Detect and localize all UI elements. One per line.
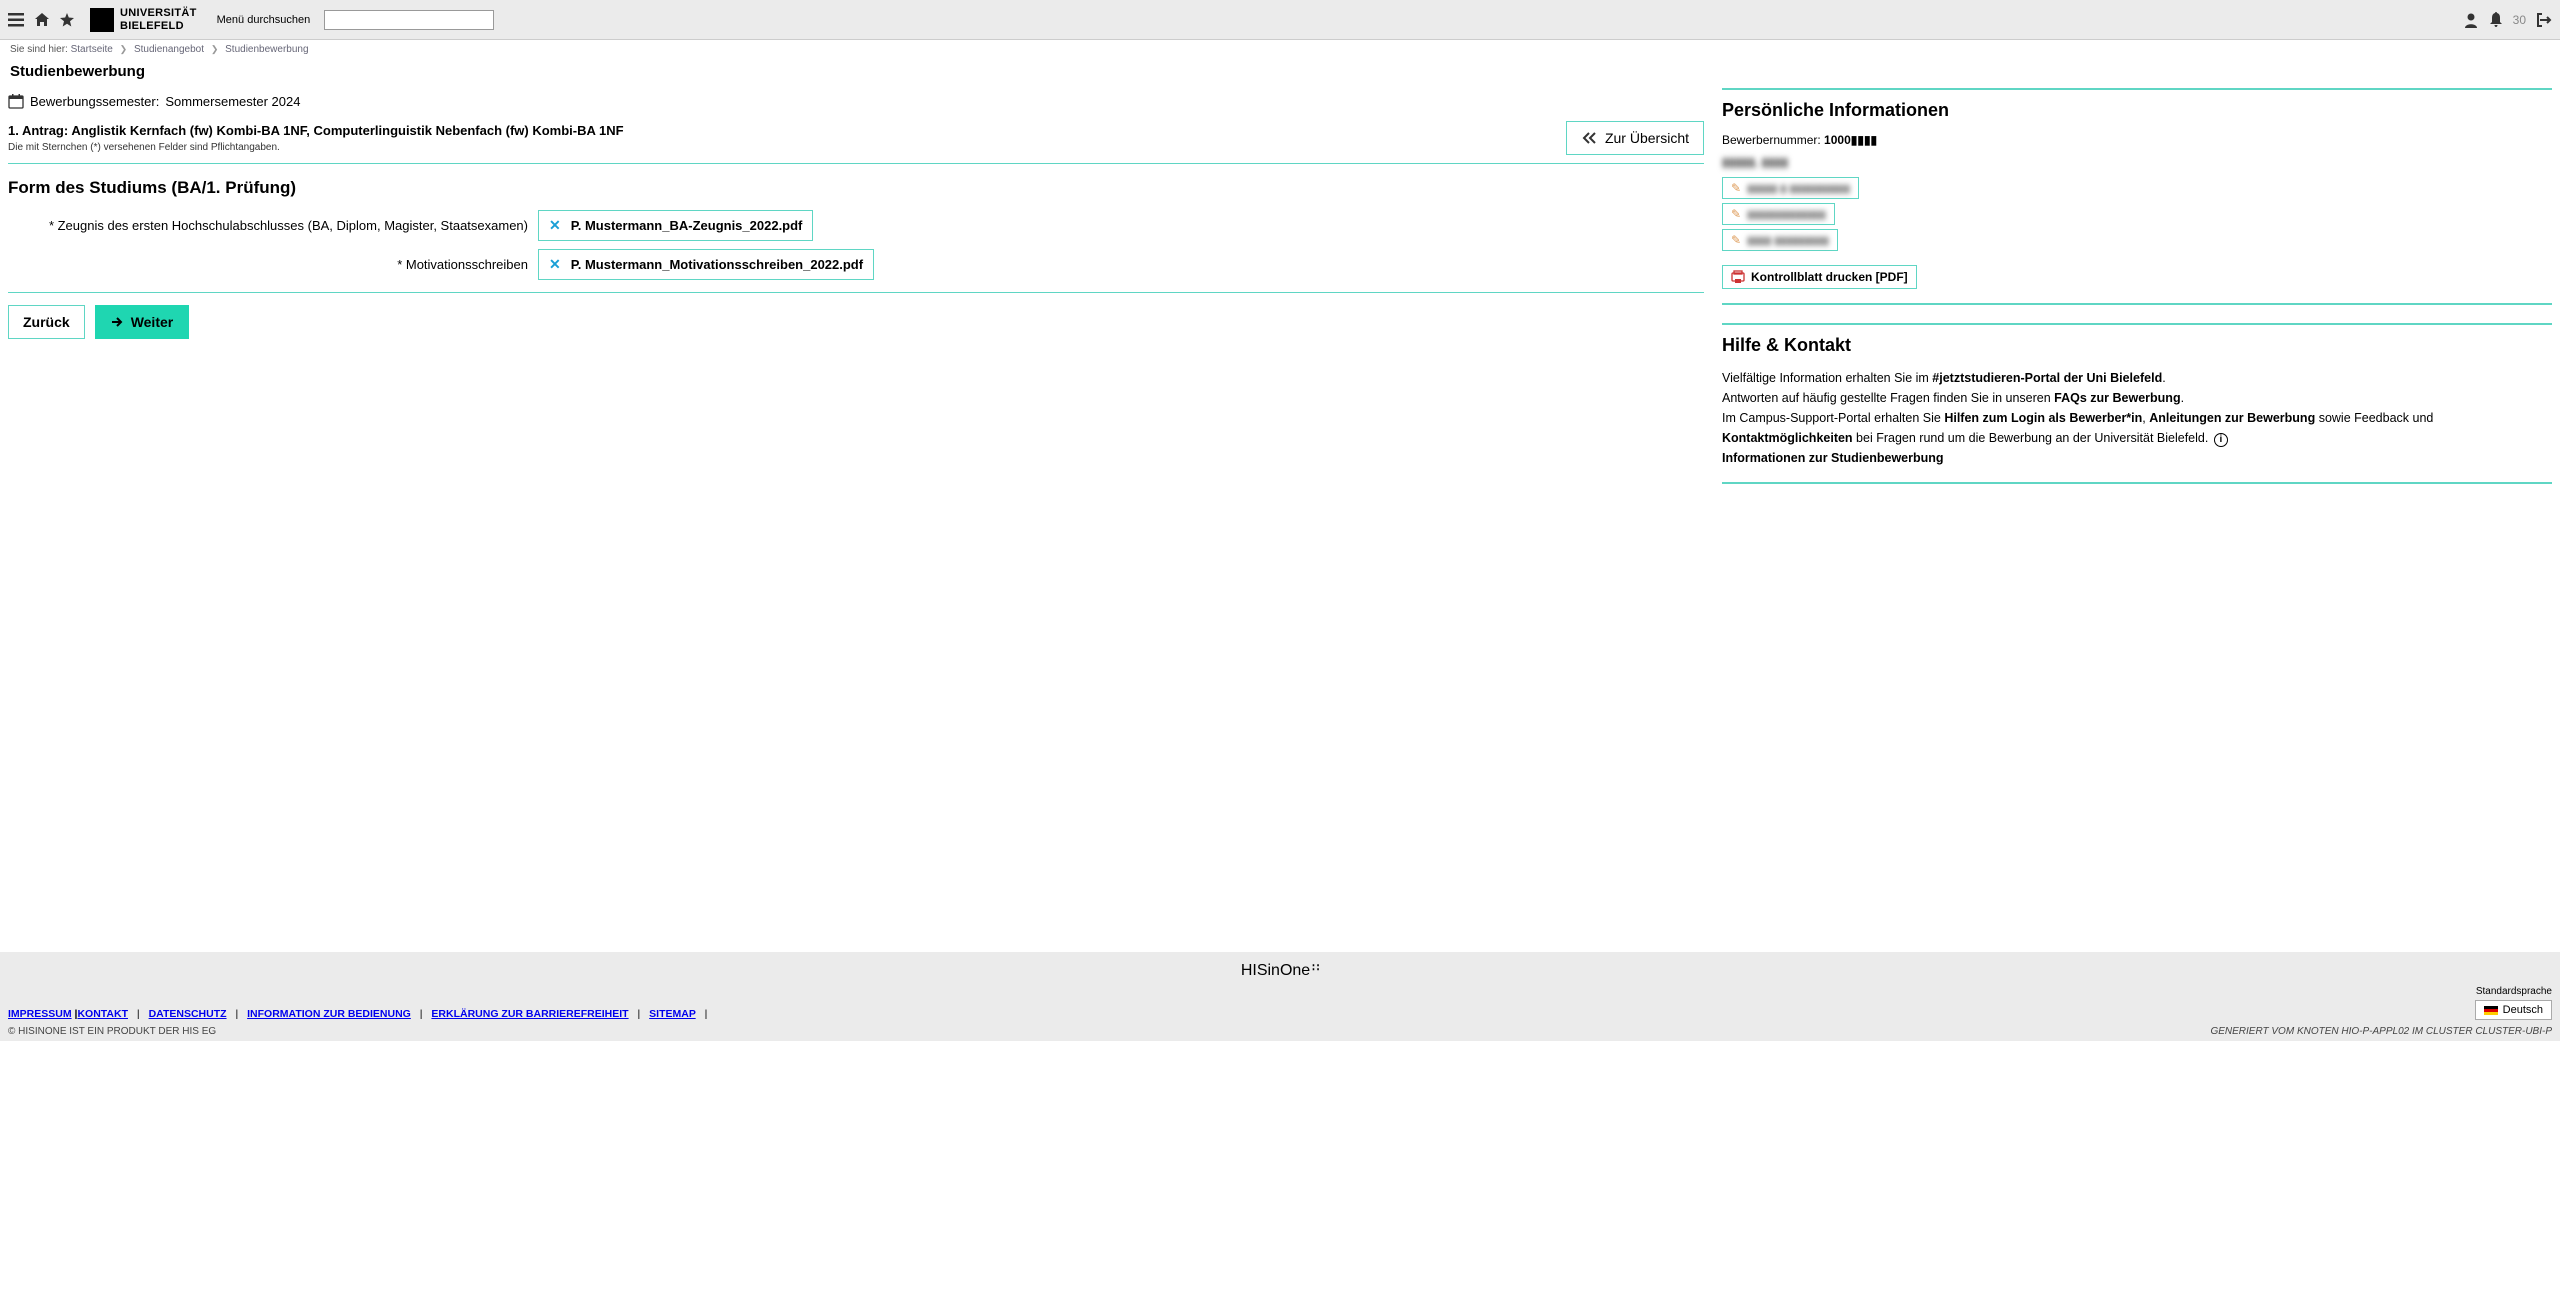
footer-brand: HISinOne∷ — [8, 962, 2552, 980]
applicant-number: Bewerbernummer: 1000▮▮▮▮ — [1722, 133, 2552, 147]
copyright: © HISINONE IST EIN PRODUKT DER HIS EG — [8, 1026, 216, 1037]
footer-link[interactable]: IMPRESSUM — [8, 1008, 72, 1020]
pdf-icon — [1731, 270, 1745, 284]
required-note: Die mit Sternchen (*) versehenen Felder … — [8, 142, 624, 153]
top-header: UNIVERSITÄTBIELEFELD Menü durchsuchen 30 — [0, 0, 2560, 40]
search-label: Menü durchsuchen — [217, 14, 311, 26]
university-logo[interactable]: UNIVERSITÄTBIELEFELD — [90, 7, 197, 31]
section-title: Form des Studiums (BA/1. Prüfung) — [8, 178, 1704, 198]
file-name[interactable]: P. Mustermann_BA-Zeugnis_2022.pdf — [571, 218, 803, 233]
breadcrumb: Sie sind hier: Startseite ❯ Studienangeb… — [0, 40, 2560, 59]
logo-text: UNIVERSITÄTBIELEFELD — [120, 7, 197, 31]
menu-icon[interactable] — [8, 13, 24, 27]
edit-address-button[interactable]: ✎ ▮▮▮▮▮ ▮ ▮▮▮▮▮▮▮▮▮▮ — [1722, 177, 1859, 199]
help-title: Hilfe & Kontakt — [1722, 335, 2552, 356]
applicant-name: ▮▮▮▮▮, ▮▮▮▮ — [1722, 155, 2552, 169]
header-right: 30 — [2463, 12, 2552, 28]
generated-info: GENERIERT VOM KNOTEN HIO-P-APPL02 IM CLU… — [2210, 1026, 2552, 1037]
star-icon[interactable] — [60, 13, 74, 27]
breadcrumb-link[interactable]: Startseite — [71, 44, 113, 55]
arrow-right-icon — [111, 317, 123, 327]
bell-icon[interactable] — [2489, 12, 2503, 28]
remove-file-icon[interactable]: ✕ — [549, 217, 561, 234]
help-panel: Hilfe & Kontakt Vielfältige Information … — [1722, 323, 2552, 484]
nav-buttons: Zurück Weiter — [8, 305, 1704, 339]
next-button[interactable]: Weiter — [95, 305, 190, 339]
footer-link[interactable]: DATENSCHUTZ — [149, 1008, 227, 1020]
upload-label: * Zeugnis des ersten Hochschulabschlusse… — [8, 218, 538, 233]
application-title: 1. Antrag: Anglistik Kernfach (fw) Kombi… — [8, 123, 624, 138]
calendar-icon — [8, 94, 24, 109]
upload-row: * Zeugnis des ersten Hochschulabschlusse… — [8, 210, 1704, 241]
file-attachment: ✕ P. Mustermann_BA-Zeugnis_2022.pdf — [538, 210, 813, 241]
header-left: UNIVERSITÄTBIELEFELD Menü durchsuchen — [8, 7, 494, 31]
personal-info-panel: Persönliche Informationen Bewerbernummer… — [1722, 88, 2552, 305]
language-selector[interactable]: Deutsch — [2475, 1000, 2552, 1020]
main-content: Bewerbungssemester: Sommersemester 2024 … — [8, 88, 1704, 339]
double-arrow-left-icon — [1581, 132, 1597, 144]
pencil-icon: ✎ — [1731, 233, 1741, 247]
divider — [8, 292, 1704, 293]
file-name[interactable]: P. Mustermann_Motivationsschreiben_2022.… — [571, 257, 863, 272]
sidebar: Persönliche Informationen Bewerbernummer… — [1722, 88, 2552, 502]
footer-link[interactable]: INFORMATION ZUR BEDIENUNG — [247, 1008, 411, 1020]
home-icon[interactable] — [34, 13, 50, 27]
semester-row: Bewerbungssemester: Sommersemester 2024 — [8, 88, 1704, 115]
logout-icon[interactable] — [2536, 12, 2552, 28]
personal-info-title: Persönliche Informationen — [1722, 100, 2552, 121]
notification-count: 30 — [2513, 13, 2526, 27]
help-link[interactable]: FAQs zur Bewerbung — [2054, 391, 2180, 405]
semester-label: Bewerbungssemester: — [30, 94, 159, 109]
overview-button[interactable]: Zur Übersicht — [1566, 121, 1704, 155]
breadcrumb-link[interactable]: Studienbewerbung — [225, 44, 308, 55]
help-link[interactable]: #jetztstudieren-Portal der Uni Bielefeld — [1932, 371, 2162, 385]
help-link[interactable]: Kontaktmöglichkeiten — [1722, 431, 1853, 445]
semester-value: Sommersemester 2024 — [165, 94, 300, 109]
upload-label: * Motivationsschreiben — [8, 257, 538, 272]
pencil-icon: ✎ — [1731, 207, 1741, 221]
search-input[interactable] — [324, 10, 494, 30]
print-pdf-button[interactable]: Kontrollblatt drucken [PDF] — [1722, 265, 1917, 289]
page-title: Studienbewerbung — [0, 59, 2560, 88]
application-header: 1. Antrag: Anglistik Kernfach (fw) Kombi… — [8, 121, 1704, 164]
breadcrumb-link[interactable]: Studienangebot — [134, 44, 204, 55]
footer-links: IMPRESSUM |KONTAKT | DATENSCHUTZ | INFOR… — [8, 1008, 713, 1020]
footer-link[interactable]: ERKLÄRUNG ZUR BARRIEREFREIHEIT — [431, 1008, 628, 1020]
help-text: Vielfältige Information erhalten Sie im … — [1722, 368, 2552, 468]
footer: HISinOne∷ IMPRESSUM |KONTAKT | DATENSCHU… — [0, 952, 2560, 1041]
pencil-icon: ✎ — [1731, 181, 1741, 195]
back-button[interactable]: Zurück — [8, 305, 85, 339]
flag-de-icon — [2484, 1006, 2498, 1015]
breadcrumb-prefix: Sie sind hier: — [10, 44, 68, 55]
logo-square — [90, 8, 114, 32]
footer-link[interactable]: KONTAKT — [77, 1008, 128, 1020]
edit-email-button[interactable]: ✎ ▮▮▮▮▮▮▮▮▮▮▮▮▮ — [1722, 203, 1835, 225]
help-link[interactable]: Informationen zur Studienbewerbung — [1722, 451, 1944, 465]
info-icon[interactable]: i — [2214, 433, 2228, 447]
edit-phone-button[interactable]: ✎ ▮▮▮▮ ▮▮▮▮▮▮▮▮▮ — [1722, 229, 1838, 251]
help-link[interactable]: Hilfen zum Login als Bewerber*in — [1944, 411, 2142, 425]
file-attachment: ✕ P. Mustermann_Motivationsschreiben_202… — [538, 249, 874, 280]
upload-row: * Motivationsschreiben ✕ P. Mustermann_M… — [8, 249, 1704, 280]
footer-link[interactable]: SITEMAP — [649, 1008, 695, 1020]
user-icon[interactable] — [2463, 12, 2479, 28]
remove-file-icon[interactable]: ✕ — [549, 256, 561, 273]
help-link[interactable]: Anleitungen zur Bewerbung — [2149, 411, 2315, 425]
language-label: Standardsprache — [2475, 986, 2552, 997]
